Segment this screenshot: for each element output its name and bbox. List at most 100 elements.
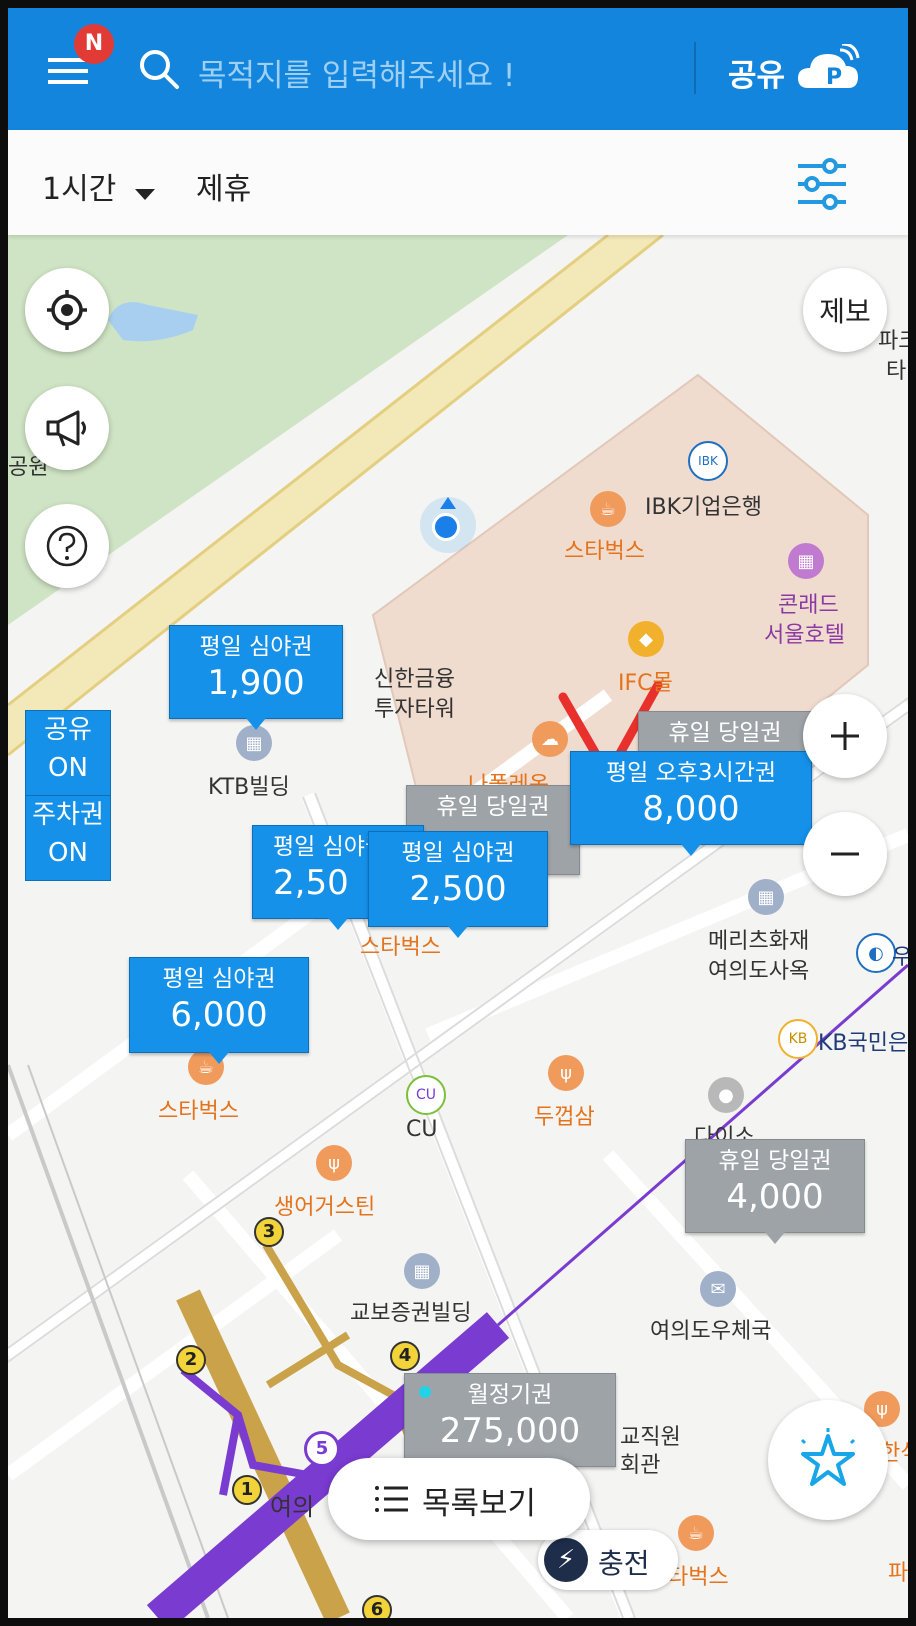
current-location-marker bbox=[420, 497, 476, 553]
poi-woori[interactable]: 우 bbox=[892, 939, 908, 971]
building-icon: ▦ bbox=[236, 725, 272, 761]
duration-dropdown[interactable]: 1시간 bbox=[42, 164, 156, 207]
search-icon bbox=[140, 50, 179, 89]
filter-settings-button[interactable] bbox=[794, 158, 850, 210]
hotel-icon: ▦ bbox=[788, 543, 824, 579]
price-tag-price: 275,000 bbox=[439, 1411, 581, 1451]
price-tag-title: 평일 오후3시간권 bbox=[605, 760, 777, 786]
top-bar: N 목적지를 입력해주세요 ! 공유 P bbox=[8, 8, 908, 130]
price-tag-title: 월정기권 bbox=[467, 1382, 553, 1408]
cloud-parking-icon: P bbox=[798, 44, 860, 90]
menu-button[interactable]: N bbox=[38, 24, 114, 96]
price-tag[interactable]: 휴일 당일권 4,000 bbox=[685, 1139, 865, 1244]
zoom-in-button[interactable] bbox=[803, 694, 887, 778]
minus-icon bbox=[831, 852, 859, 856]
search-bar[interactable]: 목적지를 입력해주세요 ! bbox=[138, 38, 678, 98]
ticket-toggle-state: ON bbox=[48, 838, 88, 868]
price-tag-price: 8,000 bbox=[642, 789, 740, 829]
poi-meritz-2[interactable]: 여의도사옥 bbox=[708, 953, 809, 985]
price-tag[interactable]: 평일 오후3시간권 8,000 bbox=[570, 751, 812, 856]
poi-pa[interactable]: 파 bbox=[888, 1555, 908, 1587]
poi-kb[interactable]: KB국민은 bbox=[818, 1025, 908, 1057]
poi-teachers-2[interactable]: 회관 bbox=[620, 1447, 660, 1479]
zoom-out-button[interactable] bbox=[803, 812, 887, 896]
poi-ktb[interactable]: KTB빌딩 bbox=[208, 769, 290, 801]
poi-shinhan-1[interactable]: 신한금융 bbox=[374, 661, 455, 693]
favorites-button[interactable] bbox=[768, 1400, 888, 1520]
poi-cu[interactable]: CU bbox=[406, 1117, 437, 1142]
notice-button[interactable] bbox=[25, 386, 109, 470]
report-button[interactable]: 제보 bbox=[803, 268, 887, 352]
list-view-label: 목록보기 bbox=[422, 1486, 537, 1522]
chevron-down-icon bbox=[135, 189, 156, 200]
lightning-icon: ⚡ bbox=[544, 1538, 588, 1582]
plus-icon bbox=[831, 722, 859, 750]
cafe-icon: ☕ bbox=[590, 491, 626, 527]
list-icon bbox=[375, 1486, 408, 1512]
svg-text:P: P bbox=[826, 65, 842, 90]
search-input[interactable]: 목적지를 입력해주세요 ! bbox=[198, 50, 515, 95]
poi-meritz-1[interactable]: 메리츠화재 bbox=[708, 923, 809, 955]
price-tag[interactable]: 평일 심야권 1,900 bbox=[169, 625, 343, 730]
cafe-icon: ☕ bbox=[678, 1515, 714, 1551]
building-icon: ▦ bbox=[748, 879, 784, 915]
price-tag[interactable]: 월정기권 275,000 bbox=[404, 1373, 616, 1478]
megaphone-icon bbox=[46, 410, 86, 447]
ev-charge-chip[interactable]: ⚡ 충전 bbox=[538, 1530, 678, 1590]
question-icon bbox=[46, 525, 88, 567]
poi-starbucks-1[interactable]: 스타벅스 bbox=[564, 533, 645, 565]
price-tag-title: 평일 심야권 bbox=[162, 966, 276, 992]
poi-saengeo[interactable]: 생어거스틴 bbox=[274, 1189, 375, 1221]
app-frame: IBK IBK기업은행 ☕ 스타벅스 ▦ 콘래드 서울호텔 ◆ IFC몰 신한금… bbox=[8, 8, 908, 1618]
building-icon: ▦ bbox=[404, 1253, 440, 1289]
price-tag[interactable]: 평일 심야권 2,500 bbox=[368, 831, 548, 938]
status-dot bbox=[419, 1386, 431, 1398]
poi-yeouido-station[interactable]: 여의 bbox=[270, 1487, 314, 1522]
poi-conrad-1[interactable]: 콘래드 bbox=[778, 587, 839, 619]
divider bbox=[694, 42, 696, 94]
share-toggle[interactable]: 공유 ON bbox=[25, 710, 111, 796]
share-label: 공유 bbox=[728, 58, 786, 94]
price-tag-price: 2,500 bbox=[409, 869, 507, 909]
list-view-button[interactable]: 목록보기 bbox=[328, 1458, 590, 1540]
mall-icon: ◆ bbox=[628, 621, 664, 657]
price-tag-price: 1,900 bbox=[207, 663, 305, 703]
convenience-store-icon: CU bbox=[406, 1075, 446, 1115]
ticket-toggle-label: 주차권 bbox=[32, 800, 104, 830]
notification-badge: N bbox=[74, 24, 114, 64]
station-marker: 6 bbox=[362, 1595, 392, 1618]
map-view[interactable]: IBK IBK기업은행 ☕ 스타벅스 ▦ 콘래드 서울호텔 ◆ IFC몰 신한금… bbox=[8, 235, 908, 1618]
poi-dukkeopsam[interactable]: 두껍삼 bbox=[534, 1099, 595, 1131]
poi-starbucks-3[interactable]: 스타벅스 bbox=[158, 1093, 239, 1125]
price-tag-title: 평일 심야권 bbox=[401, 840, 515, 866]
price-tag-title: 휴일 당일권 bbox=[436, 794, 550, 820]
poi-conrad-2[interactable]: 서울호텔 bbox=[764, 617, 845, 649]
poi-post[interactable]: 여의도우체국 bbox=[650, 1313, 771, 1345]
restaurant-icon: ψ bbox=[548, 1055, 584, 1091]
price-tag[interactable]: 평일 심야권 6,000 bbox=[129, 957, 309, 1064]
poi-ibk[interactable]: IBK기업은행 bbox=[645, 489, 762, 521]
my-location-button[interactable] bbox=[25, 268, 109, 352]
share-toggle-label: 공유 bbox=[44, 715, 92, 745]
bank-icon: IBK bbox=[688, 441, 728, 481]
poi-shinhan-2[interactable]: 투자타워 bbox=[374, 691, 455, 723]
ticket-toggle[interactable]: 주차권 ON bbox=[25, 795, 111, 881]
poi-starbucks-2[interactable]: 스타벅스 bbox=[360, 929, 441, 961]
poi-kyobo[interactable]: 교보증권빌딩 bbox=[350, 1295, 471, 1327]
restaurant-icon: ☁ bbox=[532, 721, 568, 757]
filter-bar: 1시간 제휴 bbox=[8, 130, 908, 235]
help-button[interactable] bbox=[25, 504, 109, 588]
poi-park-2[interactable]: 타 bbox=[886, 353, 906, 385]
price-tag-price: 4,000 bbox=[726, 1177, 824, 1217]
share-button[interactable]: 공유 P bbox=[720, 38, 870, 98]
duration-label: 1시간 bbox=[42, 172, 117, 207]
bank-icon: KB bbox=[778, 1019, 818, 1059]
bank-icon: ◐ bbox=[856, 933, 896, 973]
price-tag-price: 6,000 bbox=[170, 995, 268, 1035]
station-marker: 2 bbox=[176, 1345, 206, 1375]
shop-icon: ● bbox=[708, 1077, 744, 1113]
restaurant-icon: ψ bbox=[316, 1145, 352, 1181]
partner-filter[interactable]: 제휴 bbox=[196, 164, 251, 208]
poi-ifc[interactable]: IFC몰 bbox=[618, 665, 673, 697]
station-marker: 3 bbox=[254, 1217, 284, 1247]
